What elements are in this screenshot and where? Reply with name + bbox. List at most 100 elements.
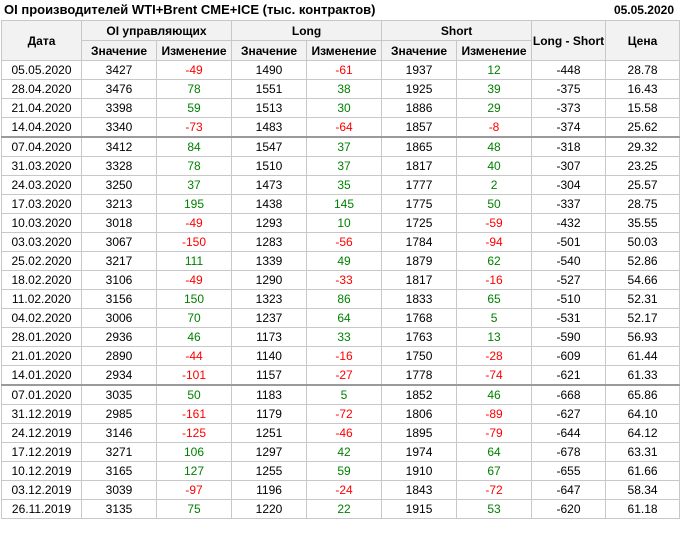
table-row: 21.04.2020 3398 59 1513 30 1886 29 -373 15.58 (1, 98, 680, 118)
cell-date: 10.03.2020 (1, 213, 82, 233)
cell-oi-value: 3106 (81, 270, 157, 290)
cell-long-value: 1157 (231, 365, 308, 386)
cell-short-change: 48 (456, 136, 533, 157)
cell-short-change: -16 (456, 270, 533, 290)
cell-long-value: 1438 (231, 194, 308, 214)
table-row: 10.03.2020 3018 -49 1293 10 1725 -59 -432 35.55 (1, 213, 680, 233)
cell-oi-value: 3165 (81, 461, 157, 481)
cell-oi-change: 59 (155, 98, 233, 118)
report-title: OI производителей WTI+Brent CME+ICE (тыс… (4, 2, 376, 17)
cell-oi-change: 195 (155, 194, 233, 214)
col-short-change-header: Изменение (456, 40, 533, 61)
oi-table: Дата OI управляющих Long Short Long - Sh… (1, 20, 680, 519)
cell-long-value: 1473 (231, 175, 308, 195)
cell-long-short: -318 (531, 136, 607, 157)
cell-price: 16.43 (605, 79, 680, 99)
cell-oi-value: 3135 (81, 499, 157, 519)
cell-short-value: 1865 (381, 136, 458, 157)
table-row: 26.11.2019 3135 75 1220 22 1915 53 -620 61.18 (1, 499, 680, 519)
cell-oi-change: -49 (155, 60, 233, 80)
cell-short-value: 1852 (381, 384, 458, 405)
cell-long-short: -375 (531, 79, 607, 99)
table-row: 04.02.2020 3006 70 1237 64 1768 5 -531 52.17 (1, 308, 680, 328)
cell-short-change: 53 (456, 499, 533, 519)
cell-long-short: -374 (531, 117, 607, 138)
cell-date: 04.02.2020 (1, 308, 82, 328)
cell-short-value: 1879 (381, 251, 458, 271)
table-row: 25.02.2020 3217 111 1339 49 1879 62 -540 52.86 (1, 251, 680, 271)
cell-long-short: -644 (531, 423, 607, 443)
cell-date: 24.12.2019 (1, 423, 82, 443)
cell-long-short: -609 (531, 346, 607, 366)
cell-long-short: -668 (531, 384, 607, 405)
cell-oi-change: -49 (155, 270, 233, 290)
cell-oi-value: 3039 (81, 480, 157, 500)
cell-long-change: 42 (306, 442, 383, 462)
cell-short-change: 62 (456, 251, 533, 271)
cell-short-change: 50 (456, 194, 533, 214)
cell-short-value: 1937 (381, 60, 458, 80)
cell-price: 28.78 (605, 60, 680, 80)
cell-long-short: -432 (531, 213, 607, 233)
cell-long-change: 145 (306, 194, 383, 214)
cell-long-change: 59 (306, 461, 383, 481)
cell-short-value: 1915 (381, 499, 458, 519)
cell-oi-value: 3067 (81, 232, 157, 252)
cell-price: 52.31 (605, 289, 680, 309)
cell-long-value: 1220 (231, 499, 308, 519)
cell-long-value: 1339 (231, 251, 308, 271)
cell-long-change: 5 (306, 384, 383, 405)
cell-oi-change: -44 (155, 346, 233, 366)
cell-short-value: 1857 (381, 117, 458, 138)
table-row: 28.04.2020 3476 78 1551 38 1925 39 -375 16.43 (1, 79, 680, 99)
cell-price: 58.34 (605, 480, 680, 500)
cell-long-change: -46 (306, 423, 383, 443)
cell-oi-value: 3035 (81, 384, 157, 405)
cell-long-short: -337 (531, 194, 607, 214)
table-row: 14.04.2020 3340 -73 1483 -64 1857 -8 -374 25.62 (1, 117, 680, 138)
col-long-value-header: Значение (231, 40, 308, 61)
cell-oi-value: 3018 (81, 213, 157, 233)
cell-oi-value: 3156 (81, 289, 157, 309)
cell-long-value: 1283 (231, 232, 308, 252)
cell-short-value: 1974 (381, 442, 458, 462)
cell-date: 03.12.2019 (1, 480, 82, 500)
cell-long-value: 1551 (231, 79, 308, 99)
cell-long-value: 1179 (231, 404, 308, 424)
cell-oi-change: 106 (155, 442, 233, 462)
cell-long-change: -16 (306, 346, 383, 366)
cell-long-short: -678 (531, 442, 607, 462)
cell-short-change: 67 (456, 461, 533, 481)
cell-oi-change: 150 (155, 289, 233, 309)
table-row: 17.03.2020 3213 195 1438 145 1775 50 -337 28.75 (1, 194, 680, 214)
cell-short-value: 1925 (381, 79, 458, 99)
cell-oi-value: 3213 (81, 194, 157, 214)
cell-long-change: 30 (306, 98, 383, 118)
cell-long-short: -373 (531, 98, 607, 118)
cell-oi-value: 3271 (81, 442, 157, 462)
cell-price: 52.86 (605, 251, 680, 271)
cell-long-change: -24 (306, 480, 383, 500)
cell-price: 65.86 (605, 384, 680, 405)
cell-price: 54.66 (605, 270, 680, 290)
cell-long-change: -33 (306, 270, 383, 290)
cell-long-change: 10 (306, 213, 383, 233)
col-price-header: Цена (605, 20, 680, 61)
cell-long-short: -510 (531, 289, 607, 309)
cell-oi-change: 46 (155, 327, 233, 347)
cell-date: 07.01.2020 (1, 384, 82, 405)
cell-short-value: 1895 (381, 423, 458, 443)
cell-long-short: -540 (531, 251, 607, 271)
cell-date: 31.12.2019 (1, 404, 82, 424)
cell-oi-change: 78 (155, 79, 233, 99)
cell-price: 50.03 (605, 232, 680, 252)
cell-oi-value: 3217 (81, 251, 157, 271)
cell-oi-change: -97 (155, 480, 233, 500)
cell-short-change: -28 (456, 346, 533, 366)
cell-price: 28.75 (605, 194, 680, 214)
cell-short-value: 1806 (381, 404, 458, 424)
cell-long-value: 1237 (231, 308, 308, 328)
cell-short-change: 64 (456, 442, 533, 462)
cell-long-short: -304 (531, 175, 607, 195)
cell-oi-change: -161 (155, 404, 233, 424)
